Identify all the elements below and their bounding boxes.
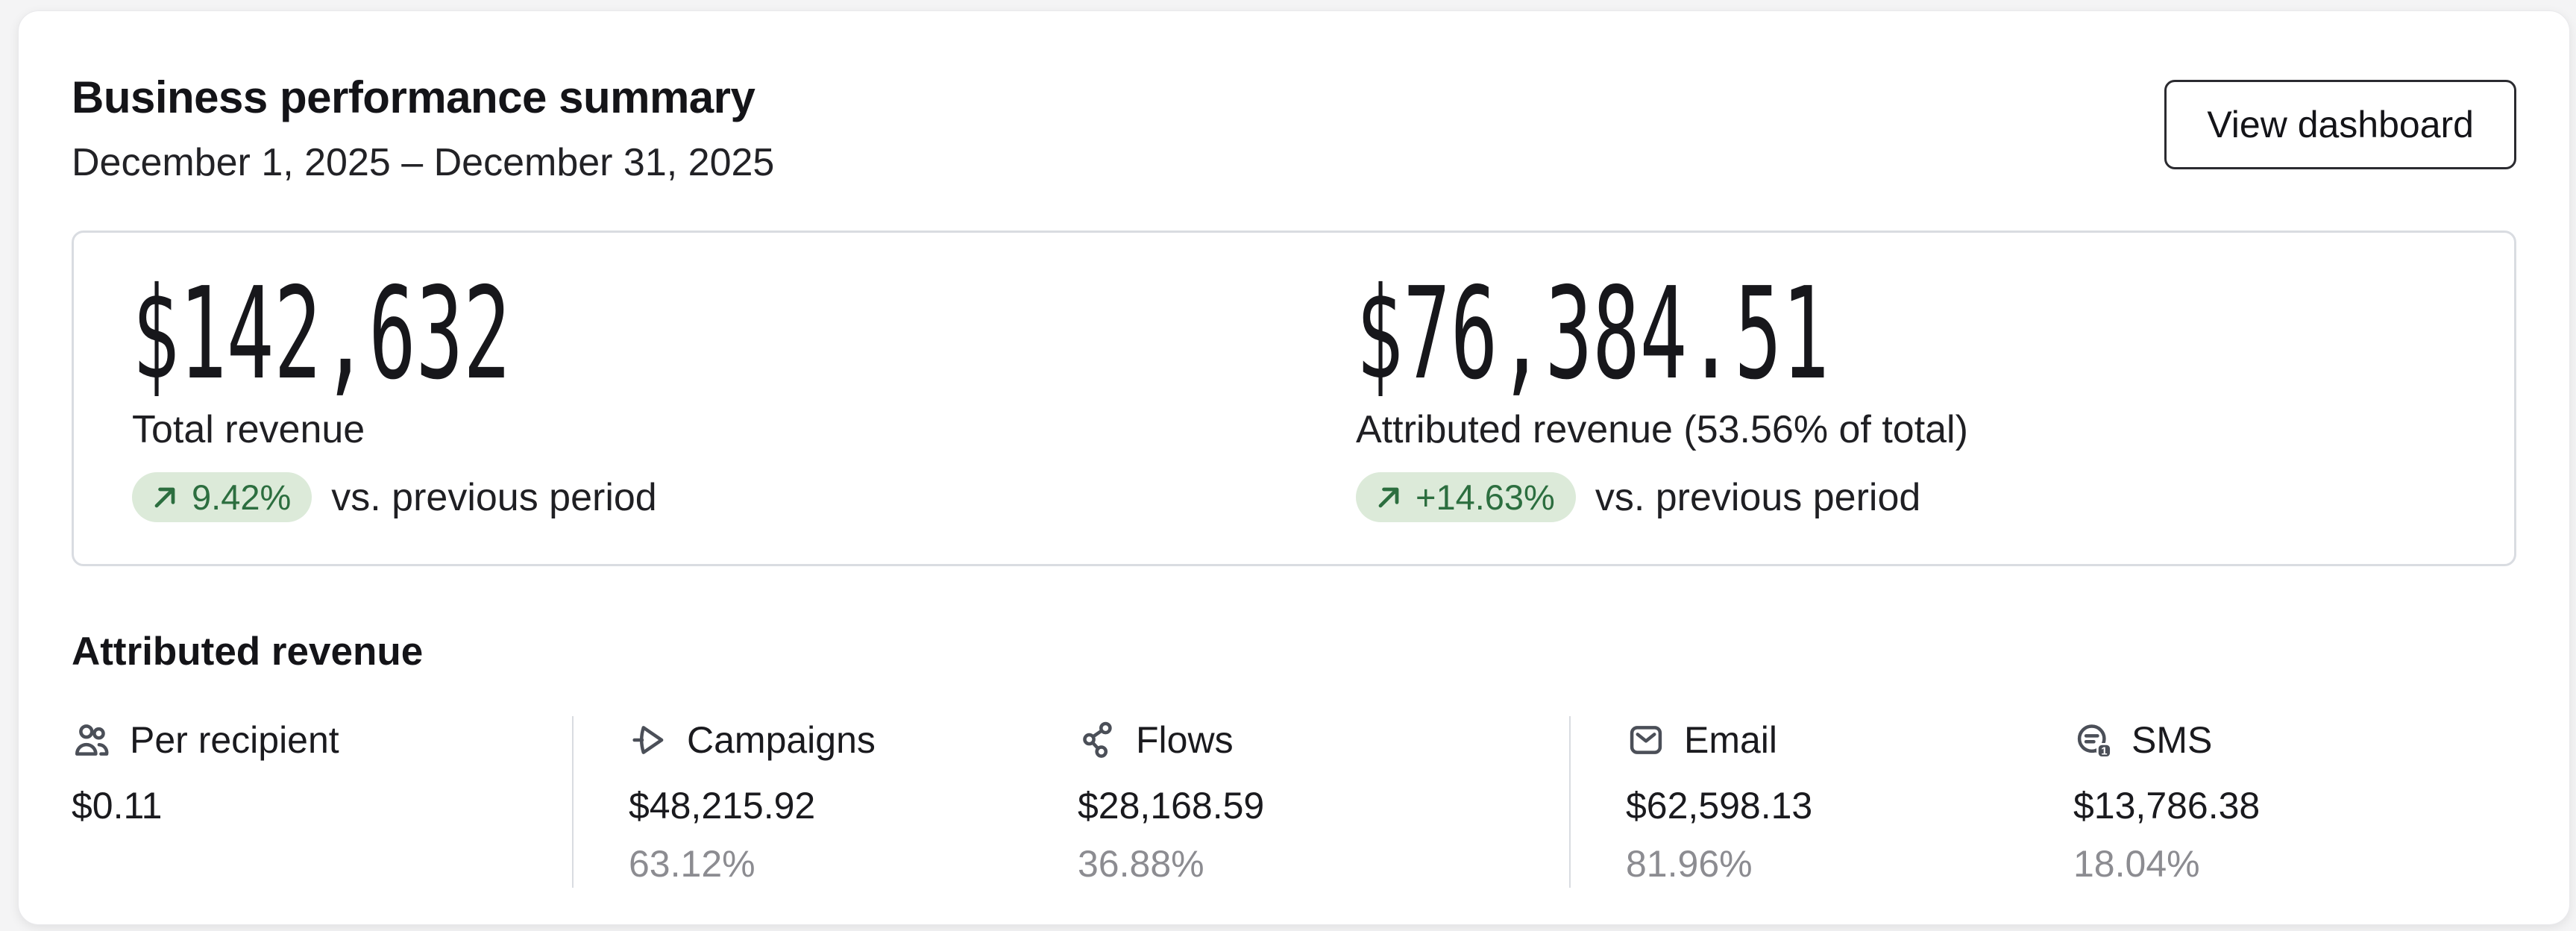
- metric-email: Email $62,598.13 81.96%: [1571, 716, 2073, 888]
- date-range: December 1, 2025 – December 31, 2025: [72, 141, 775, 184]
- view-dashboard-button[interactable]: View dashboard: [2164, 80, 2516, 169]
- total-revenue-comparison: 9.42% vs. previous period: [132, 472, 1356, 522]
- summary-stats-panel: $142,632 Total revenue 9.42% vs. previou…: [72, 231, 2516, 566]
- card-header: Business performance summary December 1,…: [72, 69, 2516, 187]
- header-text-block: Business performance summary December 1,…: [72, 69, 774, 187]
- attributed-revenue-section-heading: Attributed revenue: [72, 630, 424, 674]
- svg-text:1: 1: [2101, 746, 2107, 758]
- attributed-revenue-stat: $76,384.51 Attributed revenue (53.56% of…: [1356, 269, 2454, 522]
- metric-percent: 63.12%: [629, 843, 755, 885]
- attributed-revenue-change-badge: +14.63%: [1356, 472, 1576, 522]
- email-icon: [1626, 720, 1666, 760]
- sms-icon: 1: [2073, 720, 2114, 760]
- attributed-revenue-vs-text: vs. previous period: [1595, 475, 1921, 519]
- metric-value: $48,215.92: [629, 785, 816, 827]
- metric-flows: Flows $28,168.59 36.88%: [1078, 716, 1571, 888]
- metric-per-recipient: Per recipient $0.11: [72, 716, 574, 888]
- total-revenue-change-badge: 9.42%: [132, 472, 312, 522]
- trend-up-icon: [148, 481, 181, 514]
- users-icon: [72, 720, 112, 760]
- metric-value: $62,598.13: [1626, 785, 1813, 827]
- metric-value: $0.11: [72, 785, 163, 827]
- attributed-revenue-label: Attributed revenue (53.56% of total): [1356, 408, 1968, 451]
- metric-percent: 18.04%: [2073, 843, 2200, 885]
- metric-percent: 36.88%: [1078, 843, 1204, 885]
- trend-up-icon: [1372, 481, 1405, 514]
- send-icon: [629, 720, 669, 760]
- metric-value: $28,168.59: [1078, 785, 1265, 827]
- total-revenue-label: Total revenue: [132, 408, 365, 451]
- total-revenue-stat: $142,632 Total revenue 9.42% vs. previou…: [132, 269, 1356, 522]
- attributed-revenue-value: $76,384.51: [1356, 260, 1829, 408]
- metric-name: Flows: [1136, 719, 1234, 761]
- total-revenue-value: $142,632: [132, 260, 511, 408]
- metric-name: Per recipient: [130, 719, 339, 761]
- attributed-revenue-change-percent: +14.63%: [1416, 477, 1555, 517]
- total-revenue-vs-text: vs. previous period: [331, 475, 657, 519]
- business-performance-summary-card: Business performance summary December 1,…: [18, 10, 2570, 925]
- page-title: Business performance summary: [72, 72, 755, 122]
- metric-value: $13,786.38: [2073, 785, 2261, 827]
- metric-percent: [72, 840, 572, 888]
- total-revenue-change-percent: 9.42%: [192, 477, 292, 517]
- metric-name: Email: [1684, 719, 1778, 761]
- metric-percent: 81.96%: [1626, 843, 1753, 885]
- metric-name: SMS: [2132, 719, 2213, 761]
- metric-name: Campaigns: [687, 719, 876, 761]
- attributed-revenue-metrics: Per recipient $0.11 Campaigns $48,215.92: [72, 716, 2516, 888]
- metric-campaigns: Campaigns $48,215.92 63.12%: [574, 716, 1078, 888]
- metric-sms: 1 SMS $13,786.38 18.04%: [2073, 716, 2516, 888]
- flow-icon: [1078, 720, 1118, 760]
- attributed-revenue-comparison: +14.63% vs. previous period: [1356, 472, 2454, 522]
